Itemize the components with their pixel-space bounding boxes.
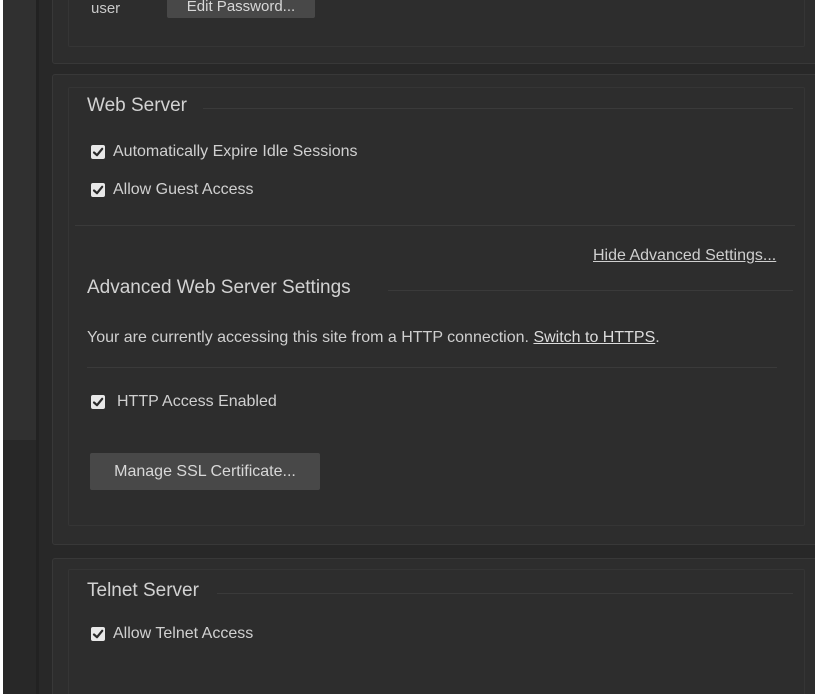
expire-idle-sessions-checkbox[interactable] — [91, 145, 105, 159]
allow-guest-access-checkbox[interactable] — [91, 183, 105, 197]
manage-ssl-certificate-button[interactable]: Manage SSL Certificate... — [90, 453, 320, 490]
checkmark-icon — [92, 147, 104, 157]
switch-to-https-link[interactable]: Switch to HTTPS — [533, 329, 655, 346]
allow-guest-access-option[interactable]: Allow Guest Access — [91, 180, 254, 200]
connection-divider — [87, 367, 777, 368]
connection-info-period: . — [655, 329, 660, 346]
web-server-divider — [75, 225, 795, 226]
sidebar-divider — [36, 0, 39, 694]
connection-info-text: Your are currently accessing this site f… — [87, 329, 660, 347]
hide-advanced-settings-link[interactable]: Hide Advanced Settings... — [593, 247, 776, 265]
http-access-label: HTTP Access Enabled — [117, 393, 277, 410]
connection-info-message: Your are currently accessing this site f… — [87, 329, 529, 346]
web-server-title: Web Server — [87, 95, 187, 116]
advanced-settings-title-rule — [388, 290, 793, 291]
expire-idle-sessions-label: Automatically Expire Idle Sessions — [113, 143, 358, 160]
edit-password-button[interactable]: Edit Password... — [167, 0, 315, 18]
telnet-server-title-rule — [217, 593, 793, 594]
http-access-option[interactable]: HTTP Access Enabled — [91, 392, 277, 412]
left-sidebar-strip — [3, 0, 36, 440]
web-server-title-rule — [203, 108, 793, 109]
advanced-settings-title: Advanced Web Server Settings — [87, 277, 351, 298]
user-account-card: user Edit Password... — [52, 0, 815, 64]
expire-idle-sessions-option[interactable]: Automatically Expire Idle Sessions — [91, 142, 358, 162]
settings-page: user Edit Password... Web Server Automat… — [3, 0, 815, 694]
user-label: user — [91, 0, 121, 17]
telnet-server-title: Telnet Server — [87, 580, 199, 601]
allow-telnet-access-option[interactable]: Allow Telnet Access — [91, 624, 253, 644]
allow-guest-access-label: Allow Guest Access — [113, 181, 254, 198]
http-access-checkbox[interactable] — [91, 395, 105, 409]
checkmark-icon — [92, 629, 104, 639]
allow-telnet-access-checkbox[interactable] — [91, 627, 105, 641]
telnet-server-card: Telnet Server Allow Telnet Access — [52, 558, 815, 694]
allow-telnet-access-label: Allow Telnet Access — [113, 625, 254, 642]
checkmark-icon — [92, 185, 104, 195]
checkmark-icon — [92, 397, 104, 407]
web-server-card: Web Server Automatically Expire Idle Ses… — [52, 74, 815, 545]
